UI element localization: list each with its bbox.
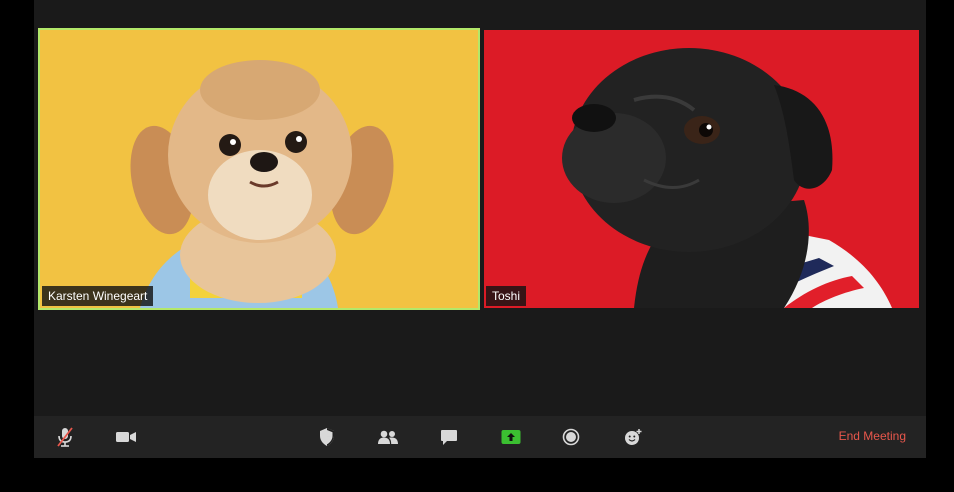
pug-video-feed-image [484,30,919,308]
video-camera-icon [116,432,136,442]
meeting-window: Karsten Winegeart Toshi End Meeting [34,0,926,458]
mute-button[interactable] [51,424,79,450]
shield-icon [320,428,334,446]
security-button[interactable] [313,424,341,450]
meeting-toolbar: End Meeting [34,416,926,458]
share-screen-icon [501,430,521,444]
reactions-icon [625,429,642,445]
end-meeting-button[interactable]: End Meeting [839,429,906,443]
share-screen-button[interactable] [497,424,525,450]
participant-name-label: Karsten Winegeart [42,286,154,306]
participant-name-label: Toshi [486,286,527,306]
participants-icon [378,430,398,444]
microphone-muted-icon [57,427,73,447]
stop-video-button[interactable] [112,424,140,450]
record-button[interactable] [557,424,585,450]
video-tile-toshi[interactable]: Toshi [484,30,919,308]
video-tile-karsten[interactable]: Karsten Winegeart [38,28,480,310]
participants-button[interactable] [374,424,402,450]
chat-button[interactable] [435,424,463,450]
dog-video-feed-image [40,30,478,308]
reactions-button[interactable] [619,424,647,450]
record-icon [562,428,580,446]
chat-icon [441,429,457,445]
